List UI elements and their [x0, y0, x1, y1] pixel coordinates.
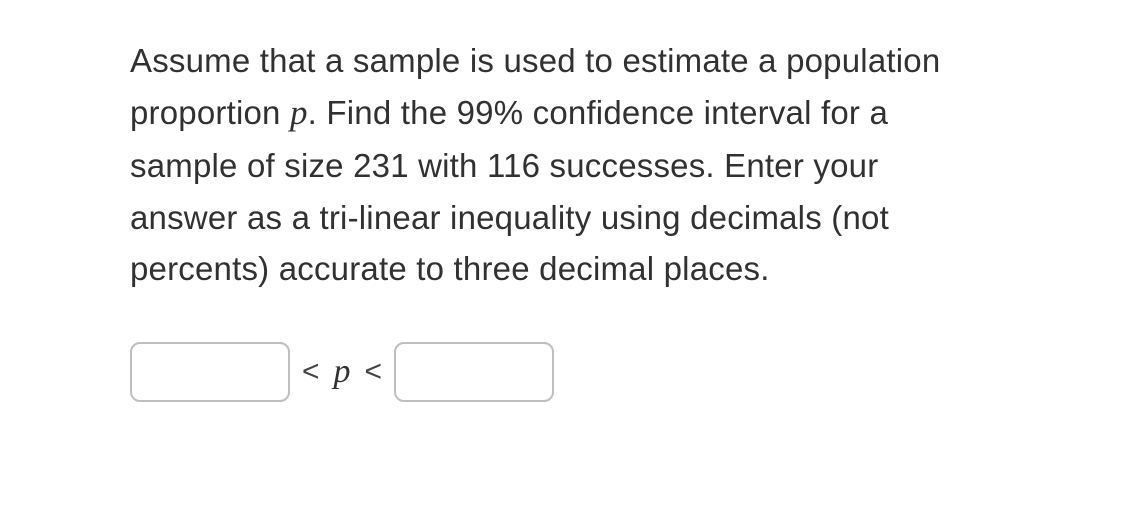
answer-row: < p < — [130, 342, 985, 402]
lower-bound-input[interactable] — [130, 342, 290, 402]
question-variable-p: p — [290, 93, 308, 132]
less-than-symbol-1: < — [302, 355, 320, 389]
question-text: Assume that a sample is used to estimate… — [130, 35, 985, 294]
less-than-symbol-2: < — [365, 355, 383, 389]
upper-bound-input[interactable] — [394, 342, 554, 402]
question-container: Assume that a sample is used to estimate… — [0, 0, 1125, 402]
variable-p: p — [332, 353, 353, 391]
